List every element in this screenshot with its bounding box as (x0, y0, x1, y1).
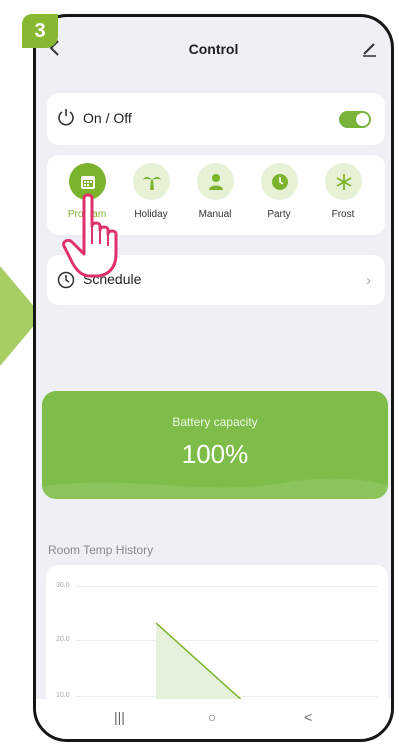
mode-frost-label: Frost (331, 209, 355, 220)
power-label: On / Off (83, 110, 132, 126)
battery-value: 100% (181, 439, 249, 469)
snowflake-icon (336, 173, 351, 190)
mode-party[interactable]: Party (249, 163, 309, 229)
tap-hand-icon (62, 193, 118, 278)
history-title: Room Temp History (48, 543, 154, 557)
android-nav-bar: ||| ○ < (36, 699, 391, 739)
power-icon (58, 109, 74, 126)
chevron-right-icon: › (366, 272, 371, 289)
battery-title: Battery capacity (172, 415, 258, 429)
mode-frost-circle (325, 163, 362, 200)
step-number-badge: 3 (22, 14, 58, 48)
mode-frost[interactable]: Frost (313, 163, 373, 229)
clock-icon (271, 173, 288, 190)
phone-frame: Control On / Off Program Holiday Manual (33, 14, 394, 742)
calendar-icon (80, 175, 95, 189)
person-icon (208, 173, 223, 190)
mode-manual-label: Manual (198, 209, 232, 220)
header: Control (36, 17, 391, 79)
mode-manual[interactable]: Manual (185, 163, 245, 229)
recent-apps-button[interactable]: ||| (114, 709, 125, 725)
home-button[interactable]: ○ (208, 709, 216, 725)
power-row: On / Off (47, 93, 385, 145)
mode-party-circle (261, 163, 298, 200)
mode-party-label: Party (267, 209, 291, 220)
pen-icon[interactable] (361, 41, 377, 57)
wave-decoration (42, 478, 388, 499)
toggle-knob (356, 113, 369, 126)
palm-tree-icon (142, 176, 161, 190)
power-toggle[interactable] (339, 111, 371, 128)
mode-holiday-circle (133, 163, 170, 200)
back-button[interactable]: < (304, 709, 312, 725)
mode-manual-circle (197, 163, 234, 200)
page-title: Control (188, 41, 239, 57)
mode-holiday-label: Holiday (134, 209, 168, 220)
battery-card: Battery capacity 100% (42, 391, 388, 499)
mode-holiday[interactable]: Holiday (121, 163, 181, 229)
